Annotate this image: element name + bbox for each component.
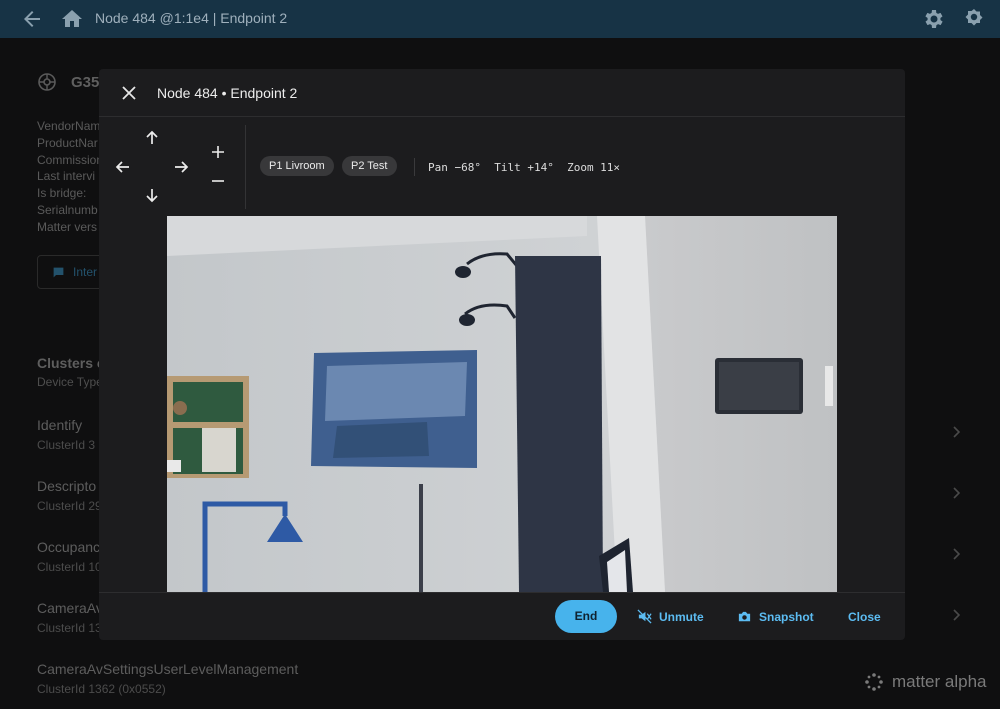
cluster-name: CameraAvSettingsUserLevelManagement [37,661,299,677]
interview-label: Inter [73,265,98,279]
dialog-header: Node 484 • Endpoint 2 [99,69,905,117]
arrow-down-icon[interactable] [143,186,161,204]
info-line: VendorNam [37,119,101,133]
info-line: Is bridge: [37,186,87,201]
preset-chip[interactable]: P2 Test [342,156,397,176]
camera-dialog: Node 484 • Endpoint 2 P1 Livroom P2 Test… [99,69,905,640]
clusters-subheading: Device Type [37,375,103,389]
cluster-id: ClusterId 13 [37,621,102,635]
info-line: Matter vers [37,219,98,234]
arrow-right-icon[interactable] [172,158,190,176]
ptz-readout: Pan −68° Tilt +14° Zoom 11× [428,161,621,174]
end-call-button[interactable]: End [555,600,617,633]
chat-icon [53,267,64,277]
gear-icon[interactable] [922,7,946,31]
device-icon [38,73,56,91]
close-icon[interactable] [120,84,138,102]
dialog-footer: End Unmute Snapshot Close [99,592,905,640]
ptz-controls: P1 Livroom P2 Test Pan −68° Tilt +14° Zo… [99,117,905,215]
unmute-label: Unmute [659,609,704,624]
page-title: Node 484 @1:1e4 | Endpoint 2 [95,10,288,26]
cluster-id: ClusterId 10 [37,560,102,574]
cluster-item[interactable]: Occupanc ClusterId 10 [37,539,102,574]
close-label: Close [848,609,881,624]
device-title: G35 [71,74,100,91]
matter-logo-icon [865,673,883,691]
chevron-right-icon [953,487,961,499]
chevron-right-icon [953,548,961,560]
snapshot-button[interactable]: Snapshot [737,600,814,633]
divider [245,125,246,209]
snapshot-label: Snapshot [759,609,814,624]
zoom-in-icon[interactable] [210,144,226,160]
arrow-left-icon[interactable] [114,158,132,176]
close-button[interactable]: Close [848,600,881,633]
preset-chip[interactable]: P1 Livroom [260,156,334,176]
brand-logo: matter alpha [864,672,987,692]
cluster-item[interactable]: Descripto ClusterId 29 [37,478,102,513]
cluster-name: CameraAv [37,600,103,616]
cluster-name: Descripto [37,478,97,494]
cluster-id: ClusterId 1362 (0x0552) [37,682,166,696]
arrow-up-icon[interactable] [143,129,161,147]
info-line: Last intervi [37,169,96,184]
home-icon[interactable] [60,7,84,31]
unmute-button[interactable]: Unmute [637,600,704,633]
clusters-heading: Clusters c [37,355,105,371]
camera-video-feed [167,216,837,592]
cluster-name: Identify [37,417,83,433]
cluster-id: ClusterId 3 [37,438,96,452]
cluster-item[interactable]: Identify ClusterId 3 [37,417,95,452]
volume-off-icon [637,609,652,624]
gear-badge-icon[interactable] [962,7,986,31]
divider [414,158,415,176]
camera-frame-image [167,216,837,592]
arrow-left-icon[interactable] [20,7,44,31]
brand-text: matter alpha [892,672,987,691]
cluster-item[interactable]: CameraAv ClusterId 13 [37,600,103,635]
cluster-name: Occupanc [37,539,101,555]
cluster-id: ClusterId 29 [37,499,102,513]
app-bar: Node 484 @1:1e4 | Endpoint 2 [0,0,1000,38]
cluster-item[interactable]: CameraAvSettingsUserLevelManagement Clus… [37,661,298,696]
zoom-out-icon[interactable] [210,173,226,189]
chevron-right-icon [953,426,961,438]
dialog-title: Node 484 • Endpoint 2 [157,85,298,101]
info-line: Commission [37,152,104,167]
info-line: Serialnumb [37,202,98,217]
device-info: VendorNam ProductNar Commission Last int… [37,118,103,236]
camera-icon [738,611,751,622]
info-line: ProductNar [37,135,98,150]
chevron-right-icon [953,609,961,621]
